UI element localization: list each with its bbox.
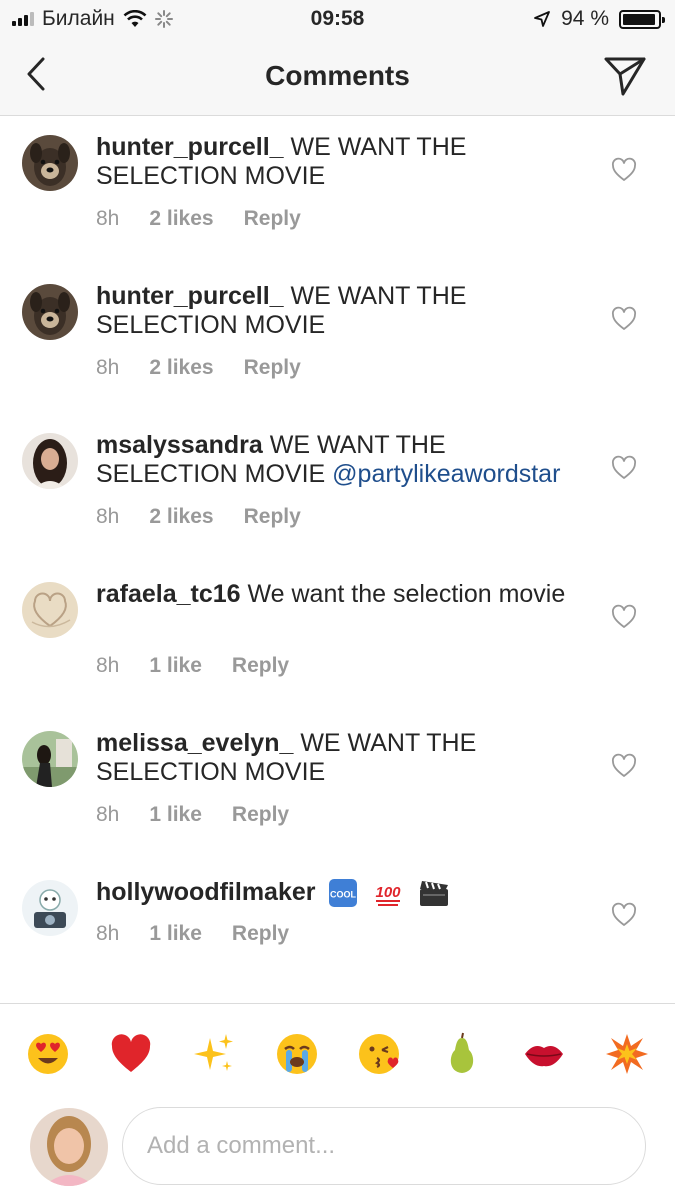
comment-likes[interactable]: 2 likes [149, 505, 213, 529]
comment-text: melissa_evelyn_ WE WANT THE SELECTION MO… [96, 729, 576, 787]
reply-button[interactable]: Reply [244, 505, 301, 529]
comment-meta: 8h 2 likes Reply [96, 207, 301, 231]
comment-username[interactable]: melissa_evelyn_ [96, 729, 293, 757]
camera-cartoon-avatar [22, 880, 78, 936]
comment-time: 8h [96, 922, 120, 945]
status-bar: Билайн 09:58 94 % [0, 0, 675, 38]
comment-time: 8h [96, 654, 120, 677]
location-arrow-icon [534, 11, 551, 27]
paper-plane-icon [604, 57, 646, 96]
heart-sketch-avatar [22, 582, 78, 638]
sparkles-emoji-icon[interactable] [192, 1032, 236, 1076]
comment-time: 8h [96, 207, 120, 230]
battery-percent: 94 % [561, 7, 609, 30]
avatar[interactable] [22, 731, 78, 787]
woman-photo-avatar [22, 433, 78, 489]
svg-text:100: 100 [376, 884, 402, 901]
chevron-left-icon [27, 57, 45, 91]
comment-meta: 8h 1 like Reply [96, 922, 289, 946]
pear-emoji-icon[interactable] [440, 1032, 484, 1076]
comment-likes[interactable]: 1 like [149, 803, 202, 827]
reply-button[interactable]: Reply [232, 803, 289, 827]
comment-item: melissa_evelyn_ WE WANT THE SELECTION MO… [0, 713, 675, 862]
reply-button[interactable]: Reply [244, 207, 301, 231]
avatar[interactable] [22, 582, 78, 638]
reply-button[interactable]: Reply [232, 654, 289, 678]
comment-input-row [0, 1098, 675, 1200]
comment-time: 8h [96, 356, 120, 379]
lips-emoji-icon[interactable] [522, 1032, 566, 1076]
comment-item: hunter_purcell_ WE WANT THE SELECTION MO… [0, 117, 675, 266]
comment-item: hunter_purcell_ WE WANT THE SELECTION MO… [0, 266, 675, 415]
comment-item: msalyssandra WE WANT THE SELECTION MOVIE… [0, 415, 675, 564]
comment-body: We want the selection movie [240, 580, 566, 608]
reply-button[interactable]: Reply [232, 922, 289, 946]
comment-meta: 8h 2 likes Reply [96, 356, 301, 380]
comment-likes[interactable]: 2 likes [149, 207, 213, 231]
comment-username[interactable]: msalyssandra [96, 431, 263, 459]
hundred-points-icon: 100 [376, 884, 402, 907]
reply-button[interactable]: Reply [244, 356, 301, 380]
comment-username[interactable]: hunter_purcell_ [96, 133, 284, 161]
battery-fill [623, 13, 655, 25]
back-button[interactable] [16, 52, 56, 96]
svg-text:COOL: COOL [330, 890, 357, 900]
comment-likes[interactable]: 2 likes [149, 356, 213, 380]
cool-button-icon: COOL [329, 879, 358, 908]
outdoor-photo-avatar [22, 731, 78, 787]
comment-username[interactable]: hollywoodfilmaker [96, 878, 315, 906]
comment-username[interactable]: hunter_purcell_ [96, 282, 284, 310]
share-button[interactable] [601, 52, 649, 100]
comment-item: hollywoodfilmaker COOL 100 8h 1 like Rep… [0, 862, 675, 1011]
comment-meta: 8h 1 like Reply [96, 654, 289, 678]
like-heart-icon[interactable] [611, 306, 637, 332]
battery-icon [619, 9, 665, 29]
comment-item: rafaela_tc16 We want the selection movie… [0, 564, 675, 713]
comment-meta: 8h 1 like Reply [96, 803, 289, 827]
crying-face-emoji-icon[interactable] [275, 1032, 319, 1076]
comments-list: hunter_purcell_ WE WANT THE SELECTION MO… [0, 117, 675, 1011]
comment-text: msalyssandra WE WANT THE SELECTION MOVIE… [96, 431, 576, 489]
dog-photo-avatar [22, 135, 78, 191]
status-right: 94 % [533, 7, 665, 31]
comment-likes[interactable]: 1 like [149, 922, 202, 946]
comment-mention[interactable]: @partylikeawordstar [332, 460, 560, 488]
comment-username[interactable]: rafaela_tc16 [96, 580, 241, 608]
header: Comments [0, 38, 675, 116]
like-heart-icon[interactable] [611, 902, 637, 928]
like-heart-icon[interactable] [611, 753, 637, 779]
like-heart-icon[interactable] [611, 455, 637, 481]
comment-likes[interactable]: 1 like [149, 654, 202, 678]
comment-time: 8h [96, 505, 120, 528]
heart-eyes-emoji-icon[interactable] [26, 1032, 70, 1076]
avatar[interactable] [22, 284, 78, 340]
red-heart-emoji-icon[interactable] [109, 1032, 153, 1076]
dog-photo-avatar [22, 284, 78, 340]
comment-input[interactable] [122, 1107, 646, 1185]
comment-text: hunter_purcell_ WE WANT THE SELECTION MO… [96, 282, 576, 340]
comment-text: hunter_purcell_ WE WANT THE SELECTION MO… [96, 133, 576, 191]
avatar[interactable] [22, 433, 78, 489]
comment-time: 8h [96, 803, 120, 826]
comment-meta: 8h 2 likes Reply [96, 505, 301, 529]
current-user-avatar [30, 1108, 108, 1186]
page-title: Comments [265, 60, 410, 91]
emoji-quick-bar [0, 1003, 675, 1098]
avatar[interactable] [22, 880, 78, 936]
comment-text: hollywoodfilmaker COOL 100 [96, 878, 576, 908]
kissing-face-emoji-icon[interactable] [357, 1032, 401, 1076]
avatar[interactable] [22, 135, 78, 191]
like-heart-icon[interactable] [611, 604, 637, 630]
collision-emoji-icon[interactable] [605, 1032, 649, 1076]
clapper-board-icon [420, 881, 449, 907]
comment-text: rafaela_tc16 We want the selection movie [96, 580, 576, 609]
like-heart-icon[interactable] [611, 157, 637, 183]
